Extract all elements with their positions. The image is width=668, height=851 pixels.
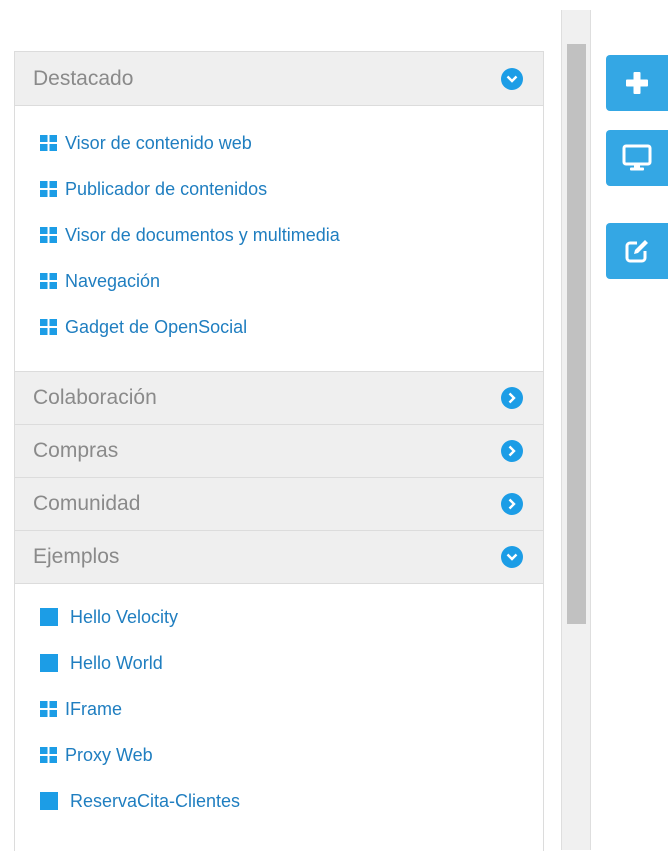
list-item-gadget-opensocial[interactable]: Gadget de OpenSocial (15, 304, 543, 350)
category-header-compras[interactable]: Compras (15, 424, 543, 478)
category-items-destacado: Visor de contenido web Publicador de con… (15, 106, 543, 372)
square-icon (40, 608, 58, 626)
list-item-iframe[interactable]: IFrame (15, 686, 543, 732)
item-label: Visor de contenido web (65, 132, 252, 153)
category-title: Colaboración (33, 386, 157, 409)
list-item-visor-contenido-web[interactable]: Visor de contenido web (15, 120, 543, 166)
item-label: Visor de documentos y multimedia (65, 224, 340, 245)
item-label: Proxy Web (65, 744, 153, 765)
scrollbar-thumb[interactable] (567, 44, 586, 624)
item-label: Gadget de OpenSocial (65, 316, 248, 337)
category-header-comunidad[interactable]: Comunidad (15, 477, 543, 531)
category-title: Comunidad (33, 492, 141, 515)
category-header-destacado[interactable]: Destacado (15, 52, 543, 106)
category-title: Compras (33, 439, 119, 462)
category-title: Destacado (33, 66, 134, 90)
chevron-right-icon[interactable] (501, 440, 523, 462)
list-item-navegacion[interactable]: Navegación (15, 258, 543, 304)
category-header-ejemplos[interactable]: Ejemplos (15, 530, 543, 584)
grid-icon (40, 273, 57, 289)
add-button[interactable] (606, 55, 668, 111)
preview-button[interactable] (606, 130, 668, 186)
plus-icon (626, 72, 648, 94)
edit-button[interactable] (606, 223, 668, 279)
list-item-hello-velocity[interactable]: Hello Velocity (15, 594, 543, 640)
grid-icon (40, 181, 57, 197)
widget-category-panel: Destacado Visor de contenido web Publica… (14, 51, 544, 851)
list-item-visor-documentos[interactable]: Visor de documentos y multimedia (15, 212, 543, 258)
grid-icon (40, 701, 57, 717)
chevron-right-icon[interactable] (501, 387, 523, 409)
monitor-icon (622, 144, 652, 171)
grid-icon (40, 747, 57, 763)
item-label: Hello World (70, 652, 163, 673)
scrollbar[interactable] (561, 10, 591, 850)
grid-icon (40, 319, 57, 335)
category-header-colaboracion[interactable]: Colaboración (15, 371, 543, 425)
list-item-publicador-contenidos[interactable]: Publicador de contenidos (15, 166, 543, 212)
chevron-down-icon[interactable] (501, 546, 523, 568)
item-label: IFrame (65, 698, 123, 719)
category-title: Ejemplos (33, 545, 120, 568)
item-label: Publicador de contenidos (65, 178, 268, 199)
grid-icon (40, 227, 57, 243)
chevron-right-icon[interactable] (501, 493, 523, 515)
item-label: ReservaCita-Clientes (70, 790, 241, 811)
grid-icon (40, 135, 57, 151)
category-items-ejemplos: Hello Velocity Hello World IFrame Proxy … (15, 584, 543, 846)
chevron-down-icon[interactable] (501, 67, 523, 90)
edit-icon (625, 240, 648, 263)
list-item-hello-world[interactable]: Hello World (15, 640, 543, 686)
square-icon (40, 792, 58, 810)
square-icon (40, 654, 58, 672)
item-label: Hello Velocity (70, 606, 179, 627)
list-item-proxy-web[interactable]: Proxy Web (15, 732, 543, 778)
item-label: Navegación (65, 270, 161, 291)
list-item-reservacita-clientes[interactable]: ReservaCita-Clientes (15, 778, 543, 824)
